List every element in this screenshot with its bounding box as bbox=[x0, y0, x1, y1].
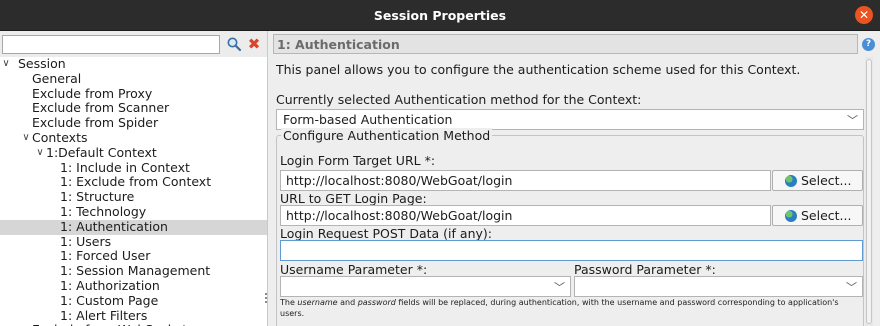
login-page-label: URL to GET Login Page: bbox=[280, 191, 427, 206]
tree-item-label: 1: Technology bbox=[60, 203, 147, 219]
login-page-field[interactable]: http://localhost:8080/WebGoat/login bbox=[280, 205, 771, 226]
panel-header: 1: Authentication bbox=[273, 34, 858, 54]
tree-item[interactable]: ∨ Contexts bbox=[0, 129, 267, 146]
help-icon[interactable]: ? bbox=[862, 38, 875, 51]
tree-item[interactable]: 1: Technology bbox=[0, 203, 267, 220]
password-param-select[interactable]: ﹀ bbox=[574, 276, 863, 297]
tree-item[interactable]: ∨ 1:Default Context bbox=[0, 144, 267, 161]
tree-item[interactable]: 1: Structure bbox=[0, 189, 267, 205]
chevron-down-icon: ﹀ bbox=[846, 281, 857, 294]
auth-method-value: Form-based Authentication bbox=[283, 112, 453, 127]
tree-item-label: Exclude from Proxy bbox=[32, 85, 153, 101]
tree-item[interactable]: 1: Exclude from Context bbox=[0, 174, 267, 190]
tree-item-label: 1: Alert Filters bbox=[60, 307, 148, 323]
panel-title: 1: Authentication bbox=[277, 37, 400, 52]
tree-item[interactable]: 1: Forced User bbox=[0, 248, 267, 264]
tree-item-label: 1: Authorization bbox=[60, 277, 160, 293]
tree-item[interactable]: ∨ Session bbox=[0, 56, 267, 72]
tree-item[interactable]: Exclude from Proxy bbox=[0, 85, 267, 102]
tree-item[interactable]: Exclude from Spider bbox=[0, 115, 267, 131]
globe-icon bbox=[785, 210, 797, 222]
tree-item-label: 1: Users bbox=[60, 233, 112, 249]
select-button-label: Select... bbox=[801, 173, 852, 188]
login-target-field[interactable]: http://localhost:8080/WebGoat/login bbox=[280, 170, 771, 191]
chevron-down-icon[interactable]: ∨ bbox=[0, 57, 12, 72]
post-data-label: Login Request POST Data (if any): bbox=[280, 226, 492, 241]
tree-item[interactable]: General bbox=[0, 70, 267, 87]
search-bar: ✖ bbox=[0, 31, 267, 57]
tree-item[interactable]: 1: Session Management bbox=[0, 263, 267, 279]
tree-item-label: Contexts bbox=[32, 129, 88, 145]
tree-item[interactable]: Exclude from Scanner bbox=[0, 100, 267, 116]
login-target-select-button[interactable]: Select... bbox=[772, 170, 863, 191]
main-panel: 1: Authentication ? This panel allows yo… bbox=[273, 31, 880, 326]
tree-item-label: 1: Structure bbox=[60, 189, 135, 205]
sidebar: ✖ ∨ Session General Exclude from Proxy Exclu… bbox=[0, 31, 268, 326]
method-label: Currently selected Authentication method… bbox=[276, 92, 642, 107]
tree-item-label: 1: Custom Page bbox=[60, 292, 159, 308]
tree-item-label: 1: Authentication bbox=[60, 218, 168, 234]
login-target-label: Login Form Target URL *: bbox=[280, 153, 436, 168]
chevron-down-icon: ﹀ bbox=[554, 281, 565, 294]
chevron-down-icon[interactable]: ∨ bbox=[34, 146, 46, 161]
chevron-down-icon: ﹀ bbox=[847, 114, 858, 127]
help-note: The username and password fields will be… bbox=[280, 298, 839, 318]
login-page-select-button[interactable]: Select... bbox=[772, 205, 863, 226]
scrollbar-thumb[interactable] bbox=[866, 59, 872, 324]
panel-description: This panel allows you to configure the a… bbox=[276, 62, 801, 77]
tree-item[interactable]: 1: Authentication bbox=[0, 218, 267, 235]
vertical-scrollbar[interactable] bbox=[865, 57, 873, 326]
auth-content: This panel allows you to configure the a… bbox=[273, 55, 869, 326]
password-param-label: Password Parameter *: bbox=[574, 262, 716, 277]
tree-item[interactable]: 1: Custom Page bbox=[0, 292, 267, 309]
username-param-select[interactable]: ﹀ bbox=[280, 276, 571, 297]
tree-item-label: 1: Forced User bbox=[60, 248, 151, 264]
search-input[interactable] bbox=[2, 35, 220, 54]
tree-item-label: Exclude from Scanner bbox=[32, 100, 170, 116]
tree-item[interactable]: 1: Users bbox=[0, 233, 267, 250]
window-title: Session Properties bbox=[373, 8, 507, 23]
splitter-handle[interactable] bbox=[265, 293, 267, 307]
globe-icon bbox=[785, 175, 797, 187]
tree-item-label: Exclude from Spider bbox=[32, 115, 159, 131]
select-button-label: Select... bbox=[801, 208, 852, 223]
tree-item-label: General bbox=[32, 70, 82, 86]
tree-item[interactable]: 1: Include in Context bbox=[0, 159, 267, 176]
tree-item-label: Session bbox=[18, 56, 66, 71]
group-title: Configure Authentication Method bbox=[281, 128, 493, 143]
tree-item-label: 1: Exclude from Context bbox=[60, 174, 212, 190]
close-icon[interactable]: ✕ bbox=[855, 6, 873, 24]
login-page-value: http://localhost:8080/WebGoat/login bbox=[286, 208, 513, 223]
title-bar: Session Properties ✕ bbox=[0, 0, 880, 31]
tree-item-label: 1: Include in Context bbox=[60, 159, 190, 175]
tree-item[interactable]: 1: Alert Filters bbox=[0, 307, 267, 324]
session-tree: ∨ Session General Exclude from Proxy Exclude… bbox=[0, 56, 267, 326]
tree-item-label: 1:Default Context bbox=[46, 144, 157, 160]
search-icon[interactable] bbox=[226, 36, 242, 52]
login-target-value: http://localhost:8080/WebGoat/login bbox=[286, 173, 513, 188]
tree-item[interactable]: 1: Authorization bbox=[0, 277, 267, 294]
post-data-field[interactable] bbox=[280, 240, 863, 261]
chevron-down-icon[interactable]: ∨ bbox=[20, 131, 32, 146]
clear-search-icon[interactable]: ✖ bbox=[246, 36, 262, 52]
tree-item-label: 1: Session Management bbox=[60, 263, 211, 279]
username-param-label: Username Parameter *: bbox=[280, 262, 428, 277]
auth-method-select[interactable]: Form-based Authentication ﹀ bbox=[276, 109, 864, 130]
